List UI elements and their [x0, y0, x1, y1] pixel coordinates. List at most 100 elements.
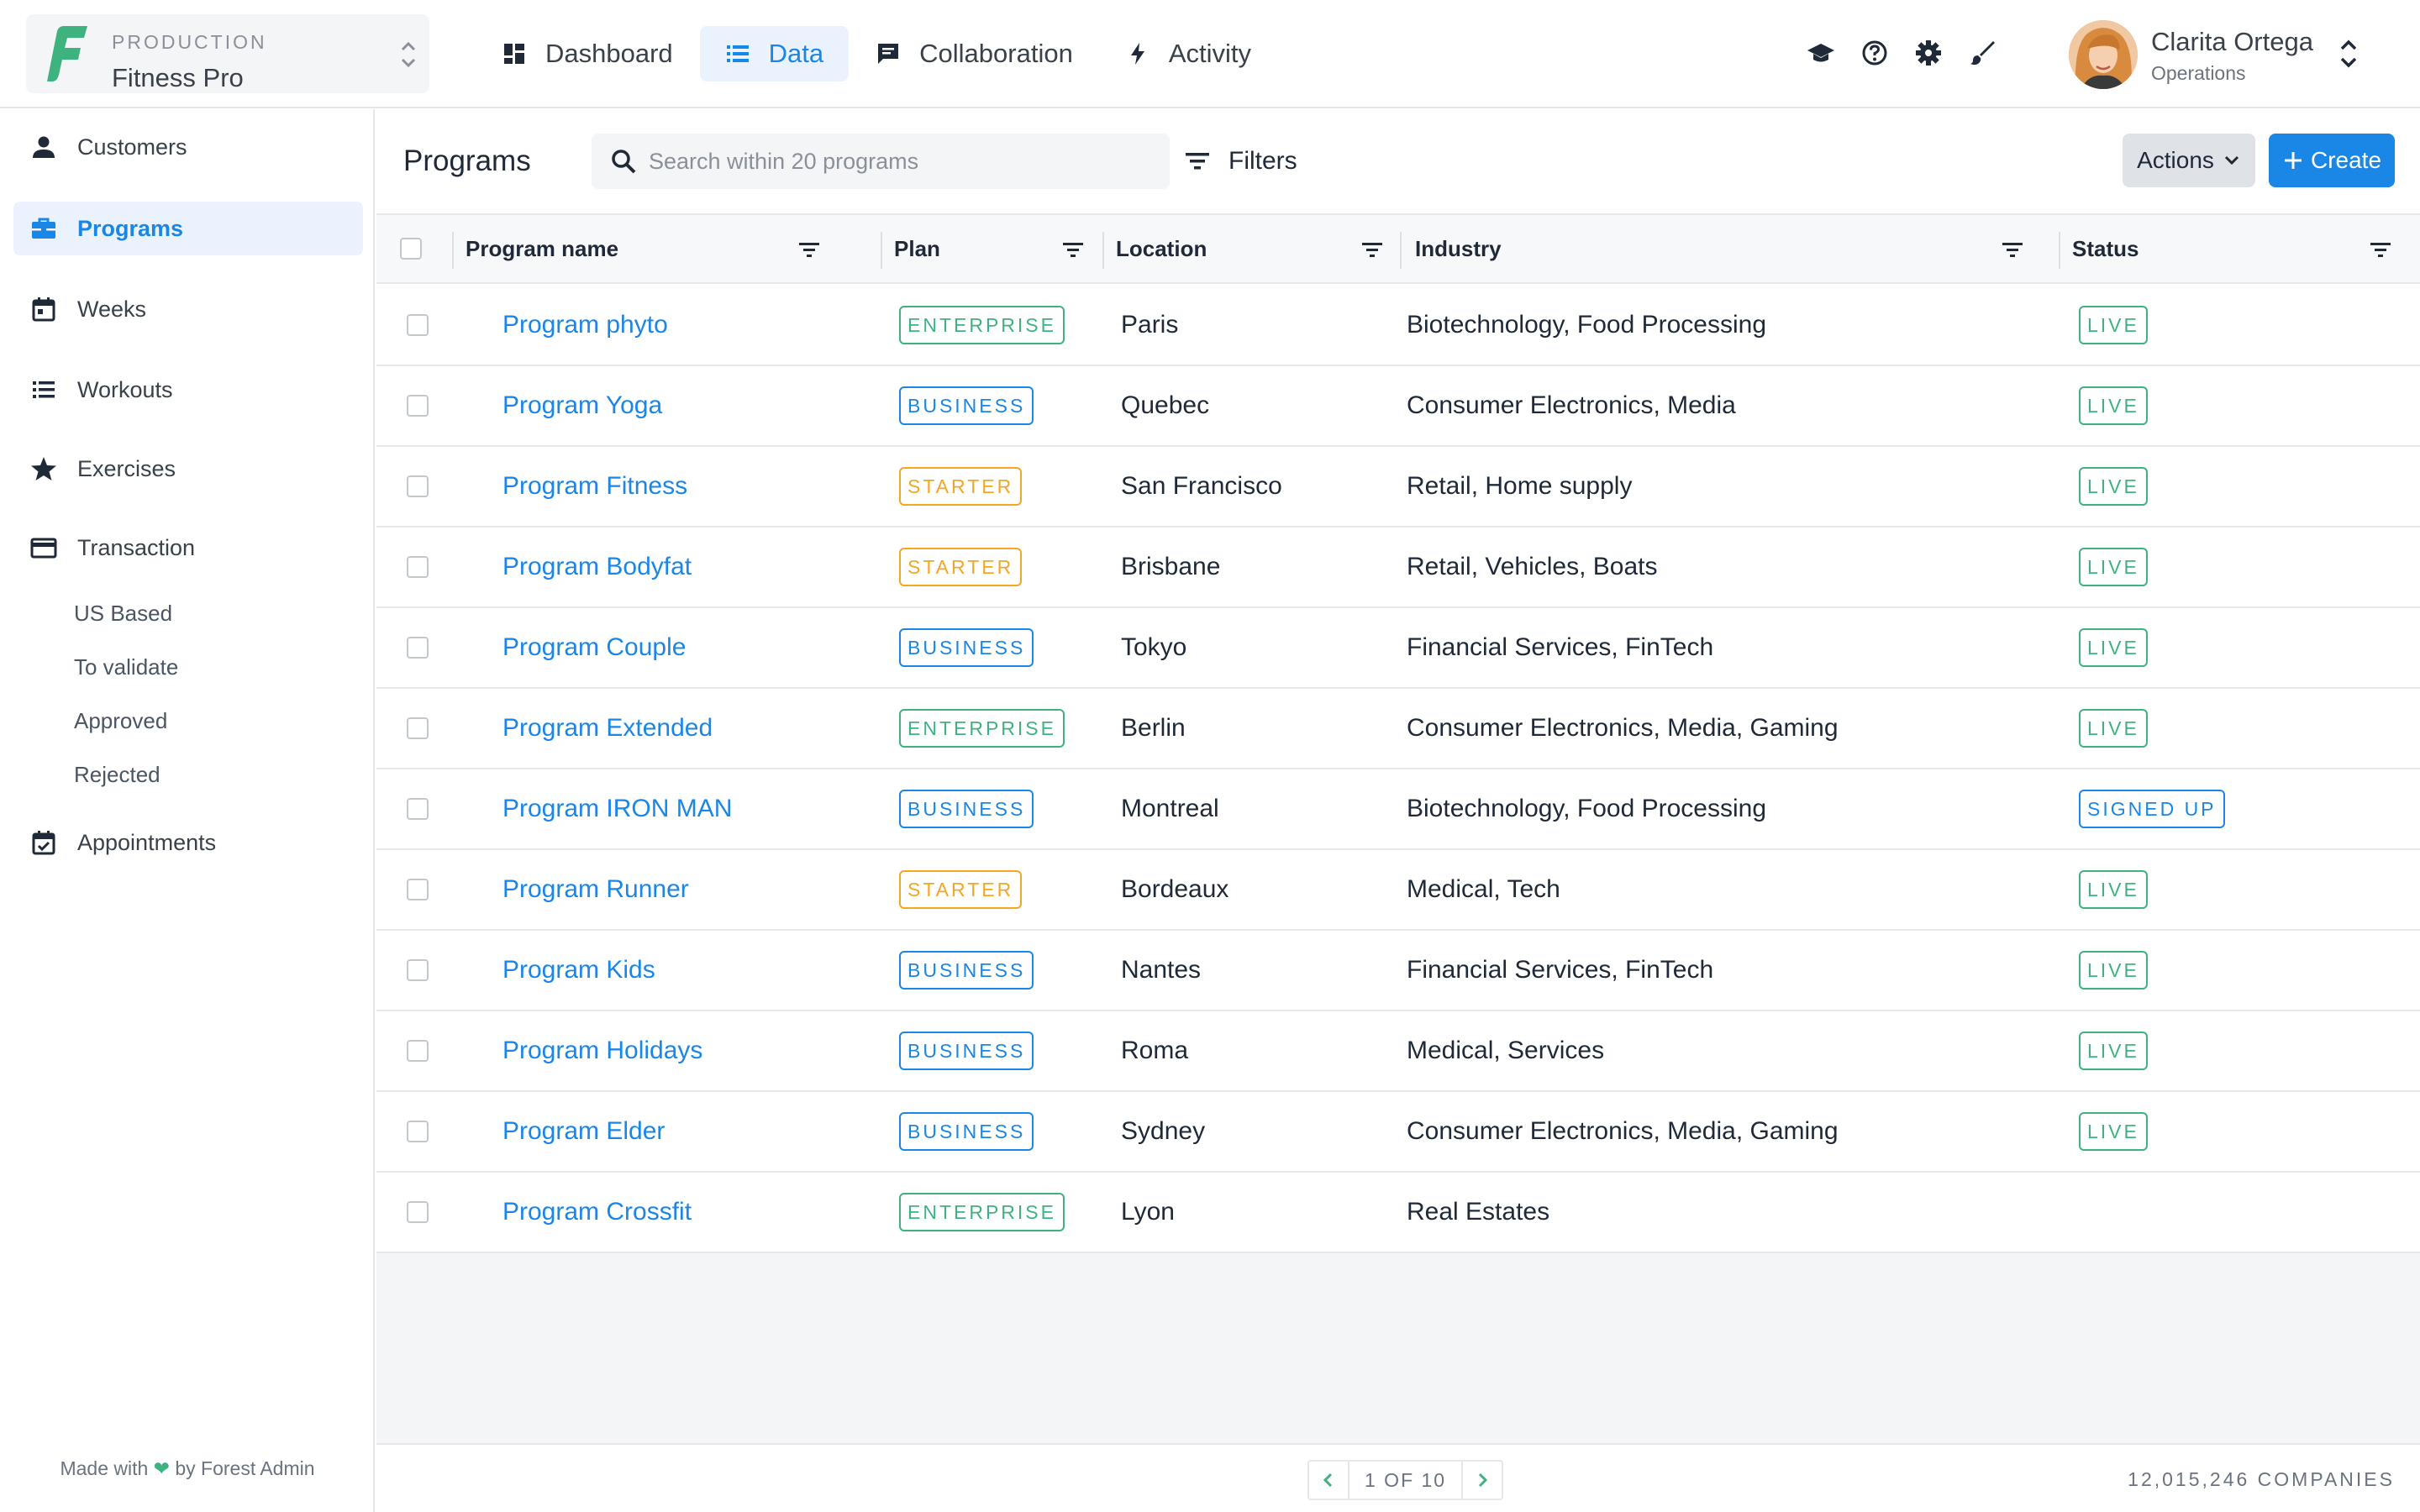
column-header-plan[interactable]: Plan: [894, 215, 1113, 282]
row-checkbox[interactable]: [407, 314, 429, 336]
table-row[interactable]: Program phyto ENTERPRISE Paris Biotechnolog…: [376, 286, 2420, 366]
column-header-status[interactable]: Status: [2072, 215, 2408, 282]
table-row[interactable]: Program IRON MAN BUSINESS Montreal Biotechn…: [376, 769, 2420, 850]
industry-cell: Financial Services, FinTech: [1407, 956, 1714, 984]
next-page-button[interactable]: [1463, 1462, 1502, 1499]
graduation-cap-icon[interactable]: [1807, 39, 1835, 67]
column-filter-icon[interactable]: [797, 237, 822, 262]
search-input[interactable]: [649, 134, 1153, 189]
program-name-link[interactable]: Program Fitness: [502, 447, 687, 526]
column-filter-icon[interactable]: [1360, 237, 1385, 262]
sidebar-item-weeks[interactable]: Weeks: [13, 282, 363, 336]
program-name-link[interactable]: Program IRON MAN: [502, 769, 732, 848]
location-cell: Bordeaux: [1121, 875, 1229, 903]
program-name-link[interactable]: Program Couple: [502, 608, 686, 687]
plan-badge: STARTER: [899, 467, 1023, 506]
row-checkbox[interactable]: [407, 1040, 429, 1062]
project-switcher[interactable]: PRODUCTION Fitness Pro: [26, 14, 429, 93]
nav-collaboration[interactable]: Collaboration: [850, 26, 1098, 81]
top-bar: PRODUCTION Fitness Pro Dashboard Data Co…: [0, 0, 2420, 108]
table-header: Program name Plan Location Industry Stat…: [376, 213, 2420, 284]
plus-icon: [2284, 152, 2302, 169]
row-checkbox[interactable]: [407, 637, 429, 659]
column-label: Location: [1116, 235, 1207, 261]
status-badge: SIGNED UP: [2079, 790, 2225, 828]
made-with-footer: Made with ❤ by Forest Admin: [0, 1457, 375, 1480]
table-row[interactable]: Program Kids BUSINESS Nantes Financial Serv…: [376, 931, 2420, 1011]
program-name-link[interactable]: Program Kids: [502, 931, 655, 1010]
column-filter-icon[interactable]: [1060, 237, 1086, 262]
select-all-checkbox[interactable]: [400, 238, 422, 260]
table-row[interactable]: Program Couple BUSINESS Tokyo Financial Ser…: [376, 608, 2420, 689]
column-header-location[interactable]: Location: [1116, 215, 1402, 282]
sidebar-subitem-us-based[interactable]: US Based: [74, 601, 172, 627]
program-name-link[interactable]: Program Elder: [502, 1092, 665, 1171]
column-header-industry[interactable]: Industry: [1415, 215, 2054, 282]
program-name-link[interactable]: Program phyto: [502, 286, 668, 365]
program-name-link[interactable]: Program Runner: [502, 850, 689, 929]
record-count: 12,015,246 COMPANIES: [2128, 1468, 2395, 1490]
table-row[interactable]: Program Elder BUSINESS Sydney Consumer Elec…: [376, 1092, 2420, 1173]
status-cell: LIVE: [2079, 447, 2148, 526]
sidebar-item-transaction[interactable]: Transaction: [13, 521, 363, 575]
sidebar-item-customers[interactable]: Customers: [13, 120, 363, 174]
table-toolbar: Programs Filters Actions: [376, 109, 2420, 213]
table-row[interactable]: Program Extended ENTERPRISE Berlin Consumer…: [376, 689, 2420, 769]
program-name-link[interactable]: Program Yoga: [502, 366, 662, 445]
plan-cell: ENTERPRISE: [899, 286, 1065, 365]
credit-card-icon: [30, 538, 57, 559]
help-icon[interactable]: [1860, 39, 1889, 67]
table-row[interactable]: Program Yoga BUSINESS Quebec Consumer Elect…: [376, 366, 2420, 447]
filters-button[interactable]: Filters: [1183, 134, 1297, 189]
program-name-link[interactable]: Program Extended: [502, 689, 713, 768]
sidebar-item-programs[interactable]: Programs: [13, 202, 363, 255]
sidebar-item-appointments[interactable]: Appointments: [13, 816, 363, 869]
briefcase-icon: [32, 218, 55, 239]
status-cell: LIVE: [2079, 1092, 2148, 1171]
plan-cell: STARTER: [899, 447, 1023, 526]
table-row[interactable]: Program Bodyfat STARTER Brisbane Retail, Ve…: [376, 528, 2420, 608]
row-checkbox[interactable]: [407, 475, 429, 497]
row-checkbox[interactable]: [407, 395, 429, 417]
column-filter-icon[interactable]: [2000, 237, 2025, 262]
nav-activity-label: Activity: [1168, 39, 1251, 68]
table-row[interactable]: Program Crossfit ENTERPRISE Lyon Real Estat…: [376, 1173, 2420, 1253]
sidebar-subitem-approved[interactable]: Approved: [74, 708, 167, 734]
gear-icon[interactable]: [1914, 39, 1943, 67]
row-checkbox[interactable]: [407, 879, 429, 900]
program-name-link[interactable]: Program Holidays: [502, 1011, 702, 1090]
brush-icon[interactable]: [1968, 39, 1996, 67]
row-checkbox[interactable]: [407, 717, 429, 739]
previous-page-button[interactable]: [1309, 1462, 1348, 1499]
list-icon: [33, 381, 55, 398]
plan-cell: BUSINESS: [899, 769, 1034, 848]
row-checkbox[interactable]: [407, 556, 429, 578]
sidebar-item-workouts[interactable]: Workouts: [13, 363, 363, 417]
table-row[interactable]: Program Runner STARTER Bordeaux Medical, Te…: [376, 850, 2420, 931]
row-checkbox[interactable]: [407, 798, 429, 820]
plan-cell: BUSINESS: [899, 931, 1034, 1010]
plan-badge: STARTER: [899, 548, 1023, 586]
column-header-program-name[interactable]: Program name: [466, 215, 835, 282]
sidebar-item-exercises[interactable]: Exercises: [13, 442, 363, 496]
location-cell: San Francisco: [1121, 472, 1282, 500]
table-row[interactable]: Program Holidays BUSINESS Roma Medical, Ser…: [376, 1011, 2420, 1092]
sidebar-subitem-rejected[interactable]: Rejected: [74, 762, 160, 788]
location-cell: Berlin: [1121, 714, 1186, 742]
program-name-link[interactable]: Program Bodyfat: [502, 528, 692, 606]
environment-label: PRODUCTION: [112, 31, 267, 53]
actions-button[interactable]: Actions: [2123, 134, 2255, 187]
plan-cell: BUSINESS: [899, 608, 1034, 687]
nav-data[interactable]: Data: [699, 26, 850, 81]
row-checkbox[interactable]: [407, 1121, 429, 1142]
row-checkbox[interactable]: [407, 959, 429, 981]
nav-dashboard[interactable]: Dashboard: [476, 26, 698, 81]
column-filter-icon[interactable]: [2368, 237, 2393, 262]
forest-logo-icon: [47, 26, 87, 81]
sidebar-subitem-to-validate[interactable]: To validate: [74, 654, 178, 680]
program-name-link[interactable]: Program Crossfit: [502, 1173, 692, 1252]
create-button[interactable]: Create: [2269, 134, 2395, 187]
row-checkbox[interactable]: [407, 1201, 429, 1223]
nav-activity[interactable]: Activity: [1100, 26, 1276, 81]
table-row[interactable]: Program Fitness STARTER San Francisco Retai…: [376, 447, 2420, 528]
